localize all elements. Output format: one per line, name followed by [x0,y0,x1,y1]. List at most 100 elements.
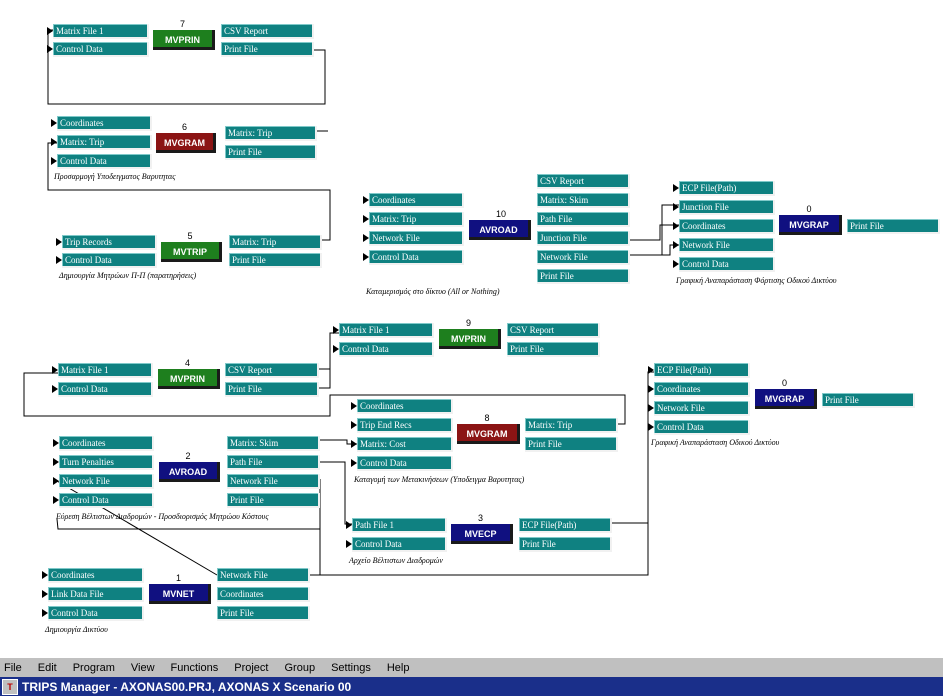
menu-edit[interactable]: Edit [38,662,57,674]
input-matrix-trip[interactable]: Matrix: Trip [369,212,464,227]
output-matrix-trip[interactable]: Matrix: Trip [225,126,317,141]
input-matrix-cost[interactable]: Matrix: Cost [357,437,453,452]
input-control-data[interactable]: Control Data [339,342,434,357]
input-junction-file[interactable]: Junction File [679,200,775,215]
program-mvprin[interactable]: MVPRIN [439,329,501,349]
input-arrow-icon [673,203,679,211]
output-print-file[interactable]: Print File [225,145,317,160]
input-arrow-icon [51,157,57,165]
input-arrow-icon [351,402,357,410]
output-print-file[interactable]: Print File [229,253,322,268]
input-turn-penalties[interactable]: Turn Penalties [59,455,154,470]
output-print-file[interactable]: Print File [537,269,630,284]
output-print-file[interactable]: Print File [507,342,600,357]
input-control-data[interactable]: Control Data [679,257,775,272]
output-ecp-file-path[interactable]: ECP File(Path) [519,518,612,533]
output-print-file[interactable]: Print File [847,219,940,234]
input-coordinates[interactable]: Coordinates [57,116,152,131]
input-control-data[interactable]: Control Data [57,154,152,169]
connection-wire [630,244,679,256]
input-matrix-file-1[interactable]: Matrix File 1 [339,323,434,338]
program-avroad[interactable]: AVROAD [159,462,220,482]
output-network-file[interactable]: Network File [227,474,320,489]
program-mvgrap[interactable]: MVGRAP [779,215,842,235]
program-mvnet[interactable]: MVNET [149,584,211,604]
menu-view[interactable]: View [131,662,155,674]
output-print-file[interactable]: Print File [525,437,618,452]
output-matrix-trip[interactable]: Matrix: Trip [229,235,322,250]
input-control-data[interactable]: Control Data [59,493,154,508]
input-coordinates[interactable]: Coordinates [679,219,775,234]
input-path-file-1[interactable]: Path File 1 [352,518,447,533]
program-mvgram[interactable]: MVGRAM [457,424,520,444]
input-network-file[interactable]: Network File [369,231,464,246]
input-coordinates[interactable]: Coordinates [357,399,453,414]
group-caption: Προσαρμογή Υποδειγματος Βαρυτητας [54,172,176,181]
input-network-file[interactable]: Network File [679,238,775,253]
program-number: 5 [187,231,193,241]
output-matrix-skim[interactable]: Matrix: Skim [227,436,320,451]
program-mvgram[interactable]: MVGRAM [156,133,216,153]
menu-help[interactable]: Help [387,662,410,674]
output-csv-report[interactable]: CSV Report [221,24,314,39]
output-print-file[interactable]: Print File [221,42,314,57]
output-csv-report[interactable]: CSV Report [537,174,630,189]
input-coordinates[interactable]: Coordinates [369,193,464,208]
menu-program[interactable]: Program [73,662,115,674]
input-link-data-file[interactable]: Link Data File [48,587,144,602]
input-control-data[interactable]: Control Data [53,42,149,57]
output-print-file[interactable]: Print File [217,606,310,621]
output-print-file[interactable]: Print File [519,537,612,552]
program-mvgrap[interactable]: MVGRAP [755,389,817,409]
output-print-file[interactable]: Print File [822,393,915,408]
program-mvtrip[interactable]: MVTRIP [161,242,222,262]
input-control-data[interactable]: Control Data [62,253,157,268]
input-matrix-file-1[interactable]: Matrix File 1 [58,363,153,378]
menu-functions[interactable]: Functions [171,662,219,674]
output-matrix-skim[interactable]: Matrix: Skim [537,193,630,208]
input-ecp-file-path[interactable]: ECP File(Path) [679,181,775,196]
program-avroad[interactable]: AVROAD [469,220,531,240]
input-coordinates[interactable]: Coordinates [48,568,144,583]
input-arrow-icon [648,423,654,431]
menu-project[interactable]: Project [234,662,268,674]
menu-file[interactable]: File [4,662,22,674]
input-control-data[interactable]: Control Data [654,420,750,435]
input-control-data[interactable]: Control Data [48,606,144,621]
program-mvecp[interactable]: MVECP [451,524,513,544]
output-print-file[interactable]: Print File [227,493,320,508]
input-network-file[interactable]: Network File [654,401,750,416]
input-coordinates[interactable]: Coordinates [654,382,750,397]
output-csv-report[interactable]: CSV Report [225,363,319,378]
input-ecp-file-path[interactable]: ECP File(Path) [654,363,750,378]
input-control-data[interactable]: Control Data [352,537,447,552]
program-flow-canvas[interactable]: Matrix File 1 Control Data CSV Report Print… [0,0,943,656]
program-mvprin[interactable]: MVPRIN [153,30,215,50]
menu-settings[interactable]: Settings [331,662,371,674]
output-csv-report[interactable]: CSV Report [507,323,600,338]
input-coordinates[interactable]: Coordinates [59,436,154,451]
input-control-data[interactable]: Control Data [357,456,453,471]
output-path-file[interactable]: Path File [227,455,320,470]
menu-group[interactable]: Group [285,662,316,674]
input-control-data[interactable]: Control Data [58,382,153,397]
program-number: 2 [185,451,191,461]
input-control-data[interactable]: Control Data [369,250,464,265]
input-matrix-file-1[interactable]: Matrix File 1 [53,24,149,39]
output-network-file[interactable]: Network File [217,568,310,583]
input-trip-records[interactable]: Trip Records [62,235,157,250]
output-print-file[interactable]: Print File [225,382,319,397]
program-mvprin[interactable]: MVPRIN [158,369,220,389]
output-matrix-trip[interactable]: Matrix: Trip [525,418,618,433]
program-number: 7 [180,19,186,29]
input-matrix-trip[interactable]: Matrix: Trip [57,135,152,150]
output-coordinates[interactable]: Coordinates [217,587,310,602]
input-trip-end-recs[interactable]: Trip End Recs [357,418,453,433]
output-junction-file[interactable]: Junction File [537,231,630,246]
output-path-file[interactable]: Path File [537,212,630,227]
output-network-file[interactable]: Network File [537,250,630,265]
input-arrow-icon [56,238,62,246]
input-arrow-icon [673,184,679,192]
input-network-file[interactable]: Network File [59,474,154,489]
input-arrow-icon [363,196,369,204]
